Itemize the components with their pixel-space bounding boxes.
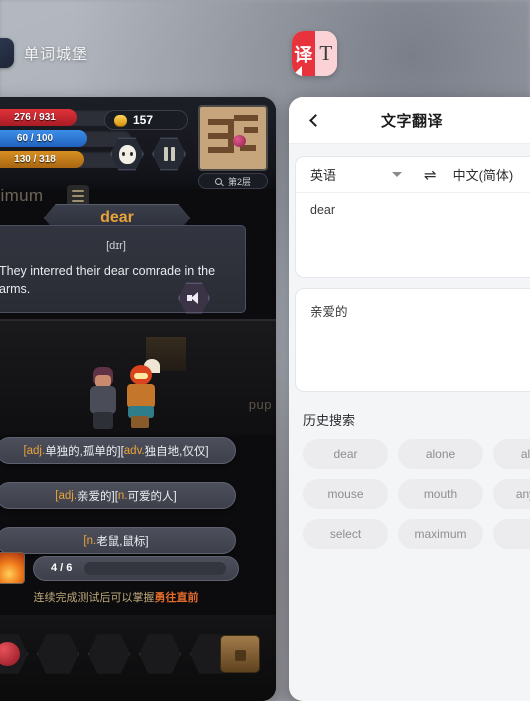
experience-value: 130 / 318	[14, 154, 56, 165]
mana-bar: 60 / 100	[0, 130, 132, 147]
search-icon	[214, 177, 222, 185]
stat-bars: 276 / 931 60 / 100 130 / 318	[0, 109, 132, 172]
inventory-slot-2[interactable]	[37, 634, 79, 674]
answer-option-1[interactable]: [adj. 单独的,孤单的][adv. 独自地,仅仅]	[0, 437, 236, 464]
pause-button[interactable]	[152, 137, 186, 171]
translation-result: 亲爱的	[295, 288, 530, 392]
target-language-select[interactable]: 中文(简体)	[453, 165, 514, 184]
background-word: pup	[248, 397, 272, 412]
word-phonetic: [dɪr]	[106, 240, 126, 252]
history-chip[interactable]: mouse	[303, 479, 388, 509]
word-detail-card: [dɪr] They interred their dear comrade i…	[0, 225, 246, 313]
recents-app-label-left[interactable]: 单词城堡	[0, 38, 88, 68]
word-list-icon[interactable]	[67, 185, 90, 207]
progress-row: 4 / 6	[0, 552, 276, 584]
progress-track	[84, 561, 226, 575]
history-chip[interactable]: maximum	[398, 519, 483, 549]
inventory-slot-1-quantity: 1	[0, 679, 6, 689]
experience-bar: 130 / 318	[0, 151, 132, 168]
header-word-row: aximum	[0, 185, 90, 207]
mastery-hint-prefix: 连续完成测试后可以掌握	[33, 592, 155, 604]
history-chip-list: dear alone along mouse mouth anyone sele…	[289, 439, 530, 549]
translation-input-panel: 英语 ⇌ 中文(简体) dear	[295, 156, 530, 278]
inventory-slot-1[interactable]: 1	[0, 634, 28, 674]
enemy-sprite	[122, 359, 162, 429]
translator-app-icon[interactable]: 译 T	[292, 31, 337, 76]
page-title: 文字翻译	[380, 112, 443, 130]
progress-bar: 4 / 6	[33, 555, 239, 581]
minimap-player-marker	[233, 135, 246, 147]
back-icon[interactable]	[305, 110, 325, 130]
answer-option-3[interactable]: [n. 老鼠,鼠标]	[0, 527, 236, 554]
answer-option-2-text1: 亲爱的][	[77, 490, 118, 503]
answer-option-2-pos1: [adj.	[55, 489, 78, 502]
history-chip[interactable]: dear	[303, 439, 388, 469]
apple-item-icon	[0, 642, 20, 666]
progress-count: 4 / 6	[51, 562, 73, 574]
answer-option-1-text1: 单独的,孤单的][	[45, 445, 124, 458]
scene-floor-line	[0, 319, 276, 321]
translator-icon-cn-glyph: 译	[292, 31, 315, 76]
translator-icon-en-glyph: T	[314, 31, 337, 76]
history-chip[interactable]: anyone	[493, 479, 530, 509]
game-hud: 276 / 931 60 / 100 130 / 318 157 第2层	[0, 97, 276, 189]
answer-option-2[interactable]: [adj. 亲爱的][n. 可爱的人]	[0, 482, 236, 509]
floor-label: 第2层	[227, 176, 251, 187]
gold-amount: 157	[133, 113, 154, 127]
history-chip[interactable]: li	[493, 519, 530, 549]
speaker-icon	[187, 292, 201, 304]
answer-option-1-text2: 独自地,仅仅]	[144, 445, 209, 458]
inventory-slots: 1	[0, 633, 232, 675]
hero-sprite	[86, 367, 120, 429]
inventory-slot-3[interactable]	[88, 634, 130, 674]
answer-option-1-pos1: [adj.	[23, 444, 46, 457]
answer-option-2-pos2: n.	[117, 489, 128, 502]
history-chip[interactable]: alone	[398, 439, 483, 469]
battle-scene	[0, 319, 276, 435]
answer-option-2-text2: 可爱的人]	[127, 490, 177, 503]
history-chip[interactable]: select	[303, 519, 388, 549]
answer-option-3-text1: 老鼠,鼠标]	[96, 535, 149, 548]
backpack-button[interactable]	[220, 635, 260, 673]
answer-option-1-pos2: adv.	[123, 444, 145, 457]
mastery-hint-skill: 勇往直前	[154, 592, 199, 604]
history-chip[interactable]: along	[493, 439, 530, 469]
inventory-slot-4[interactable]	[139, 634, 181, 674]
recents-card-translator[interactable]: 文字翻译 英语 ⇌ 中文(简体) dear 亲爱的 历史搜索 dear alon…	[289, 97, 530, 701]
flame-icon	[0, 552, 25, 584]
source-text-input[interactable]: dear	[296, 193, 530, 277]
mastery-hint: 连续完成测试后可以掌握勇往直前	[0, 589, 276, 605]
word-castle-app-icon	[0, 38, 14, 68]
pause-icon	[163, 147, 175, 161]
header-word: aximum	[0, 186, 44, 205]
recents-app-name-left: 单词城堡	[24, 45, 89, 63]
history-chip[interactable]: mouth	[398, 479, 483, 509]
recents-card-game[interactable]: 276 / 931 60 / 100 130 / 318 157 第2层 imu…	[0, 97, 276, 701]
chevron-down-icon[interactable]	[392, 172, 402, 177]
language-selector-row: 英语 ⇌ 中文(简体)	[296, 157, 530, 193]
history-section-title: 历史搜索	[303, 413, 356, 428]
floor-indicator[interactable]: 第2层	[198, 173, 268, 189]
mana-value: 60 / 100	[16, 133, 54, 144]
answer-option-3-pos1: [n.	[83, 534, 97, 547]
health-value: 276 / 931	[14, 112, 56, 123]
swap-languages-icon[interactable]: ⇌	[424, 166, 437, 184]
source-language-select[interactable]: 英语	[310, 165, 392, 184]
translator-header: 文字翻译	[289, 97, 530, 144]
inventory-bar: 1	[0, 615, 276, 701]
minimap[interactable]	[198, 105, 268, 171]
